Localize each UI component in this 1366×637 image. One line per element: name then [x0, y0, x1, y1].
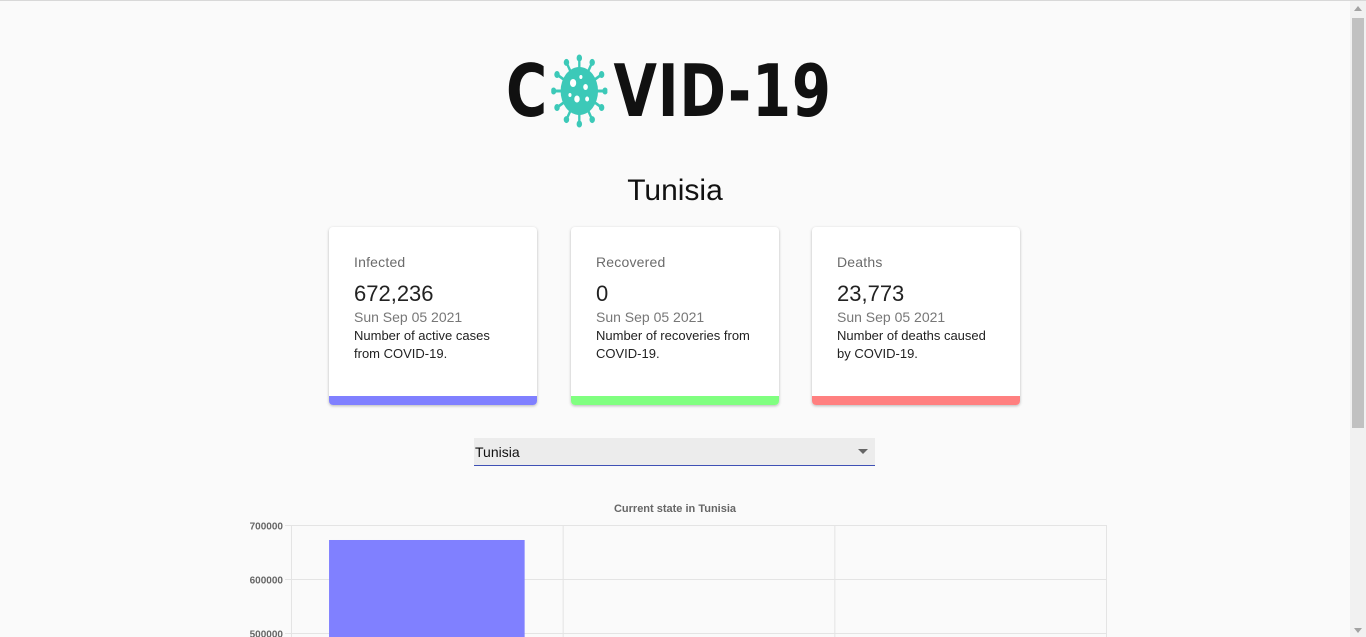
card-description: Number of deaths caused by COVID-19.	[837, 328, 986, 361]
country-select-value: Tunisia	[475, 444, 520, 460]
logo-text-right: VID-19	[613, 49, 832, 133]
chart-ytick-label: 500000	[250, 630, 284, 637]
logo-text-left: C	[506, 49, 548, 133]
deaths-card: Deaths 23,773 Sun Sep 05 2021 Number of …	[812, 227, 1020, 405]
card-description: Number of active cases from COVID-19.	[354, 328, 490, 361]
infected-card: Infected 672,236 Sun Sep 05 2021 Number …	[329, 227, 537, 405]
card-color-bar	[571, 396, 779, 405]
card-date: Sun Sep 05 2021	[837, 309, 946, 325]
recovered-card: Recovered 0 Sun Sep 05 2021 Number of re…	[571, 227, 779, 405]
card-value: 0	[596, 281, 609, 306]
dropdown-arrow-icon[interactable]	[858, 449, 868, 454]
covid-logo: C VID-19	[506, 51, 846, 131]
chart-title: Current state in Tunisia	[614, 503, 737, 515]
card-label: Infected	[354, 254, 406, 270]
country-select[interactable]: Tunisia	[474, 438, 875, 466]
card-color-bar	[812, 396, 1020, 405]
chart-ytick-label: 700000	[250, 522, 284, 533]
card-color-bar	[329, 396, 537, 405]
page: C VID-19 Tunisia Infected 672,236 Sun Se…	[0, 0, 1366, 637]
card-date: Sun Sep 05 2021	[596, 309, 705, 325]
scroll-down-arrow-icon[interactable]	[1354, 628, 1362, 633]
card-description: Number of recoveries from COVID-19.	[596, 328, 750, 361]
card-label: Deaths	[837, 254, 883, 270]
vertical-scrollbar[interactable]	[1350, 1, 1366, 637]
card-value: 672,236	[354, 281, 434, 306]
chart-bar-infected	[329, 539, 525, 637]
virus-icon	[548, 51, 614, 131]
scroll-up-arrow-icon[interactable]	[1354, 6, 1362, 11]
card-date: Sun Sep 05 2021	[354, 309, 463, 325]
country-title: Tunisia	[627, 174, 723, 207]
scrollbar-thumb[interactable]	[1352, 18, 1364, 428]
card-value: 23,773	[837, 281, 905, 306]
current-state-chart: Current state in Tunisia 700000 600000 500…	[250, 503, 1107, 637]
card-label: Recovered	[596, 254, 666, 270]
chart-ytick-label: 600000	[250, 576, 284, 587]
